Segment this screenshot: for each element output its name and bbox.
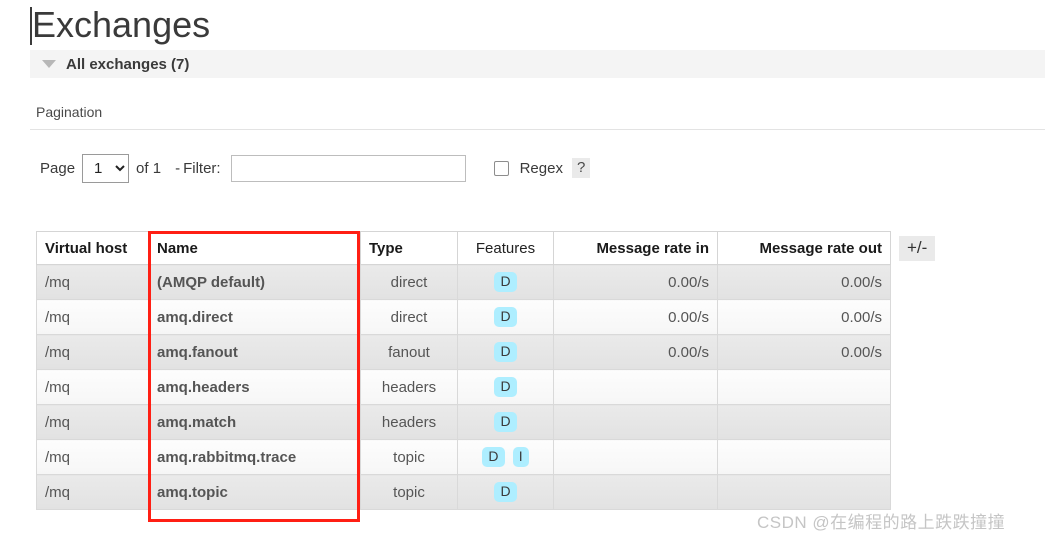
feature-badge-durable: D <box>494 482 517 502</box>
cell-name[interactable]: amq.direct <box>148 299 361 335</box>
column-header-message-rate-in[interactable]: Message rate in <box>553 231 718 265</box>
page-title: Exchanges <box>32 4 211 45</box>
cell-virtual-host: /mq <box>36 439 149 475</box>
cell-message-rate-in <box>553 404 718 440</box>
feature-badge-durable: D <box>494 307 517 327</box>
feature-badge-durable: D <box>494 377 517 397</box>
column-header-type[interactable]: Type <box>360 231 458 265</box>
pagination-section-header: Pagination <box>30 104 1045 130</box>
pagination-controls: Page 1 of 1 - Filter: Regex ? <box>40 153 591 183</box>
cell-message-rate-in <box>553 439 718 475</box>
cell-type: direct <box>360 299 458 335</box>
cell-message-rate-in: 0.00/s <box>553 264 718 300</box>
table-row[interactable]: /mq amq.topic topic D <box>36 474 891 510</box>
cell-features: D <box>457 334 554 370</box>
toggle-columns-button[interactable]: +/- <box>899 236 936 261</box>
page-title-wrap: Exchanges <box>30 4 210 46</box>
cell-type: topic <box>360 474 458 510</box>
cell-virtual-host: /mq <box>36 299 149 335</box>
all-exchanges-section-header[interactable]: All exchanges (7) <box>30 50 1045 78</box>
column-header-virtual-host[interactable]: Virtual host <box>36 231 149 265</box>
triangle-down-icon[interactable] <box>42 60 56 68</box>
table-row[interactable]: /mq (AMQP default) direct D 0.00/s 0.00/… <box>36 264 891 300</box>
cell-virtual-host: /mq <box>36 264 149 300</box>
cell-type: direct <box>360 264 458 300</box>
cell-message-rate-out <box>717 474 891 510</box>
cell-name[interactable]: amq.match <box>148 404 361 440</box>
cell-virtual-host: /mq <box>36 334 149 370</box>
table-row[interactable]: /mq amq.headers headers D <box>36 369 891 405</box>
column-header-message-rate-out[interactable]: Message rate out <box>717 231 891 265</box>
cell-message-rate-out: 0.00/s <box>717 264 891 300</box>
exchanges-table: Virtual host Name Type Features Message … <box>36 231 891 510</box>
cell-message-rate-in <box>553 369 718 405</box>
all-exchanges-label: All exchanges (7) <box>66 55 190 73</box>
cell-name[interactable]: amq.headers <box>148 369 361 405</box>
feature-badge-durable: D <box>482 447 505 467</box>
cell-type: headers <box>360 369 458 405</box>
regex-checkbox[interactable] <box>493 160 509 176</box>
cell-type: topic <box>360 439 458 475</box>
cell-name[interactable]: amq.topic <box>148 474 361 510</box>
page-label: Page <box>40 159 76 177</box>
cell-features: D <box>457 299 554 335</box>
page-total-label: of 1 <box>136 159 162 177</box>
cell-type: headers <box>360 404 458 440</box>
exchanges-table-wrap: Virtual host Name Type Features Message … <box>36 231 891 510</box>
regex-label: Regex <box>519 159 563 177</box>
cell-message-rate-in <box>553 474 718 510</box>
cell-features: D I <box>457 439 554 475</box>
cell-message-rate-out <box>717 404 891 440</box>
cell-name[interactable]: amq.rabbitmq.trace <box>148 439 361 475</box>
cell-message-rate-out <box>717 369 891 405</box>
filter-label: Filter: <box>183 159 221 177</box>
cell-virtual-host: /mq <box>36 369 149 405</box>
separator-dash: - <box>175 159 181 177</box>
table-row[interactable]: /mq amq.rabbitmq.trace topic D I <box>36 439 891 475</box>
cell-virtual-host: /mq <box>36 404 149 440</box>
column-header-name[interactable]: Name <box>148 231 361 265</box>
filter-input[interactable] <box>230 154 466 182</box>
cell-message-rate-out: 0.00/s <box>717 299 891 335</box>
cell-virtual-host: /mq <box>36 474 149 510</box>
cell-message-rate-in: 0.00/s <box>553 299 718 335</box>
feature-badge-durable: D <box>494 342 517 362</box>
pagination-label: Pagination <box>36 104 103 120</box>
watermark: CSDN @在编程的路上跌跌撞撞 <box>757 513 1006 532</box>
table-row[interactable]: /mq amq.fanout fanout D 0.00/s 0.00/s <box>36 334 891 370</box>
cell-features: D <box>457 474 554 510</box>
regex-help-button[interactable]: ? <box>571 158 591 178</box>
feature-badge-durable: D <box>494 412 517 432</box>
table-row[interactable]: /mq amq.direct direct D 0.00/s 0.00/s <box>36 299 891 335</box>
exchanges-page: Exchanges All exchanges (7) Pagination P… <box>0 0 1045 539</box>
table-row[interactable]: /mq amq.match headers D <box>36 404 891 440</box>
cell-message-rate-in: 0.00/s <box>553 334 718 370</box>
page-select[interactable]: 1 <box>82 153 130 183</box>
cell-features: D <box>457 264 554 300</box>
cell-features: D <box>457 404 554 440</box>
feature-badge-durable: D <box>494 272 517 292</box>
cell-type: fanout <box>360 334 458 370</box>
table-header-row: Virtual host Name Type Features Message … <box>36 231 891 265</box>
cell-message-rate-out <box>717 439 891 475</box>
cell-name[interactable]: amq.fanout <box>148 334 361 370</box>
column-header-features[interactable]: Features <box>457 231 554 265</box>
cell-features: D <box>457 369 554 405</box>
cell-name[interactable]: (AMQP default) <box>148 264 361 300</box>
feature-badge-internal: I <box>512 447 529 467</box>
cell-message-rate-out: 0.00/s <box>717 334 891 370</box>
exchanges-table-body: /mq (AMQP default) direct D 0.00/s 0.00/… <box>36 264 891 510</box>
